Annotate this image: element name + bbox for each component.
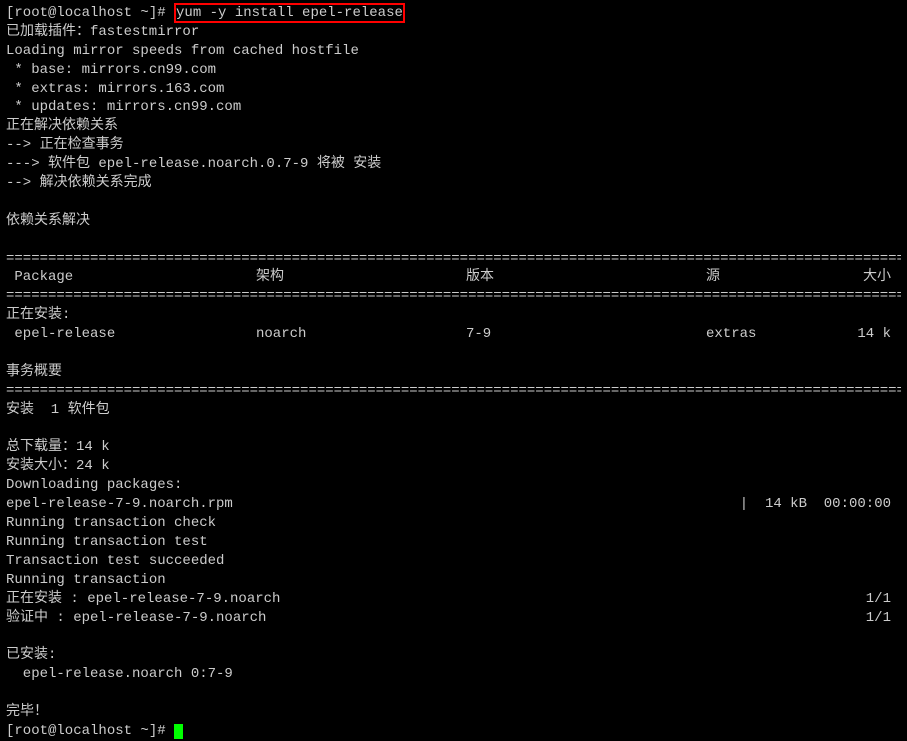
verify-line: 验证中 : epel-release-7-9.noarch 1/1 [6, 609, 901, 628]
table-row: epel-release noarch 7-9 extras 14 k [6, 325, 901, 344]
prompt-line: [root@localhost ~]# yum -y install epel-… [6, 4, 901, 23]
output-line: 正在解决依赖关系 [6, 117, 901, 136]
output-line: epel-release.noarch 0:7-9 [6, 665, 901, 684]
output-line: 已安装: [6, 646, 901, 665]
shell-prompt: [root@localhost ~]# [6, 723, 174, 739]
shell-prompt: [root@localhost ~]# [6, 5, 174, 21]
output-line: 安装 1 软件包 [6, 401, 901, 420]
output-line: 已加载插件：fastestmirror [6, 23, 901, 42]
cell-package: epel-release [6, 325, 256, 344]
output-line: ---> 软件包 epel-release.noarch.0.7-9 将被 安装 [6, 155, 901, 174]
output-line: Running transaction test [6, 533, 901, 552]
output-line: * extras: mirrors.163.com [6, 80, 901, 99]
output-line: Downloading packages: [6, 476, 901, 495]
output-line: 事务概要 [6, 363, 901, 382]
header-arch: 架构 [256, 268, 466, 287]
command-highlight: yum -y install epel-release [174, 3, 405, 23]
output-line: --> 正在检查事务 [6, 136, 901, 155]
output-line: * base: mirrors.cn99.com [6, 61, 901, 80]
header-package: Package [6, 268, 256, 287]
cursor-icon [174, 724, 183, 739]
install-fraction: 1/1 [866, 590, 901, 609]
blank-line [6, 684, 901, 703]
output-line: 安装大小：24 k [6, 457, 901, 476]
output-line: Transaction test succeeded [6, 552, 901, 571]
cell-arch: noarch [256, 325, 466, 344]
output-line: 依赖关系解决 [6, 212, 901, 231]
cell-size: 14 k [854, 325, 901, 344]
cell-repo: extras [706, 325, 854, 344]
blank-line [6, 627, 901, 646]
verify-fraction: 1/1 [866, 609, 901, 628]
divider: ========================================… [6, 382, 901, 401]
output-line: 正在安装: [6, 306, 901, 325]
table-header: Package 架构 版本 源 大小 [6, 268, 901, 287]
verifying-pkg: 验证中 : epel-release-7-9.noarch [6, 609, 266, 628]
output-line: --> 解决依赖关系完成 [6, 174, 901, 193]
rpm-file: epel-release-7-9.noarch.rpm [6, 495, 233, 514]
prompt-line-end[interactable]: [root@localhost ~]# [6, 722, 901, 741]
blank-line [6, 344, 901, 363]
download-line: epel-release-7-9.noarch.rpm | 14 kB 00:0… [6, 495, 901, 514]
cell-version: 7-9 [466, 325, 706, 344]
blank-line [6, 193, 901, 212]
header-repo: 源 [706, 268, 854, 287]
output-line: Loading mirror speeds from cached hostfi… [6, 42, 901, 61]
output-line: Running transaction check [6, 514, 901, 533]
output-line: 完毕！ [6, 703, 901, 722]
installing-pkg: 正在安装 : epel-release-7-9.noarch [6, 590, 280, 609]
install-line: 正在安装 : epel-release-7-9.noarch 1/1 [6, 590, 901, 609]
output-line: 总下载量：14 k [6, 438, 901, 457]
download-progress: | 14 kB 00:00:00 [740, 495, 901, 514]
output-line: Running transaction [6, 571, 901, 590]
output-line: * updates: mirrors.cn99.com [6, 98, 901, 117]
blank-line [6, 420, 901, 439]
divider: ========================================… [6, 250, 901, 269]
divider: ========================================… [6, 287, 901, 306]
header-size: 大小 [854, 268, 901, 287]
header-version: 版本 [466, 268, 706, 287]
blank-line [6, 231, 901, 250]
